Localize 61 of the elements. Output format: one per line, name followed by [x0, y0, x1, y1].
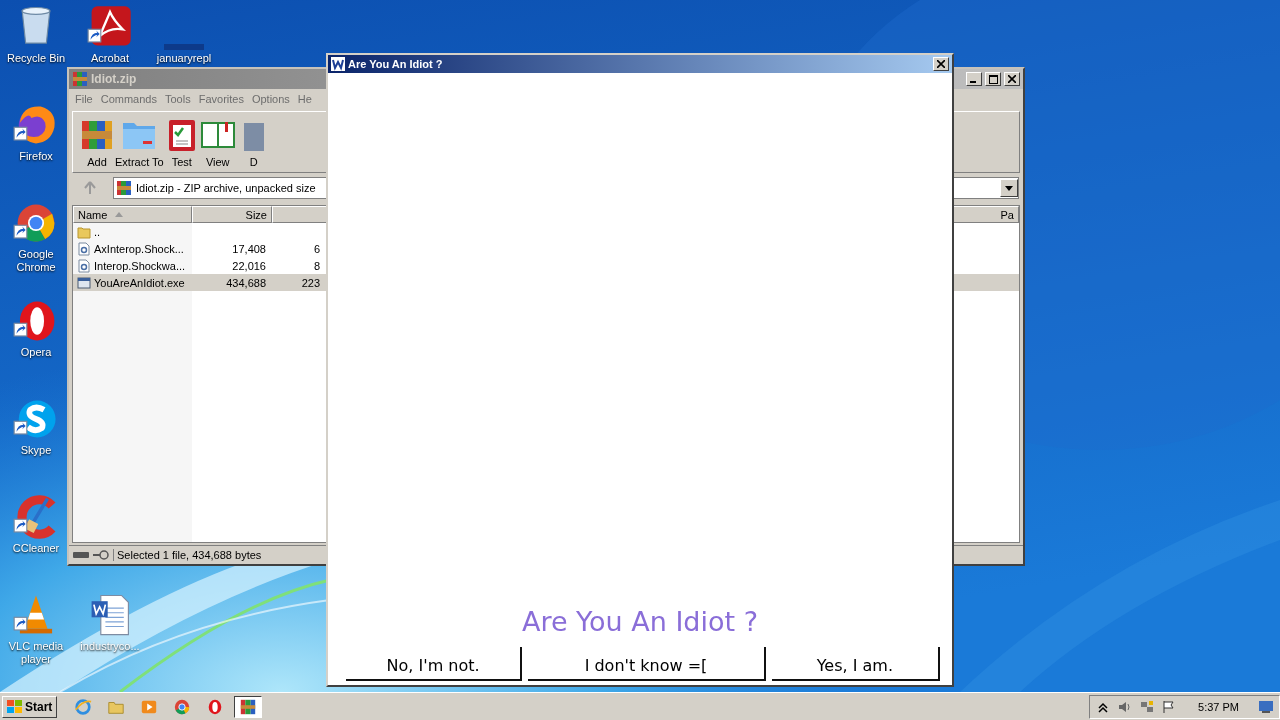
close-icon: [937, 60, 945, 68]
menu-item[interactable]: Options: [247, 93, 294, 105]
program-file-icon: [77, 275, 91, 290]
column-header[interactable]: Name: [73, 206, 192, 223]
desktop-icon-label[interactable]: Acrobat: [75, 52, 145, 65]
menu-item[interactable]: Tools: [161, 93, 195, 105]
answer-button[interactable]: Yes, I am.: [771, 647, 940, 681]
menu-item[interactable]: Commands: [96, 93, 161, 105]
window-title: Idiot.zip: [91, 72, 138, 86]
network-icon[interactable]: [1140, 699, 1155, 714]
settings-file-icon: [77, 241, 91, 256]
desktop-icon-label[interactable]: Recycle Bin: [1, 52, 71, 65]
dialog-heading: Are You An Idiot ?: [521, 606, 759, 637]
maximize-icon: [988, 74, 998, 84]
desktop-icon-label[interactable]: Skype: [1, 444, 71, 457]
minimize-button[interactable]: [966, 72, 982, 86]
archive-app-icon: [116, 180, 132, 196]
window-title: Are You An Idiot ?: [348, 58, 444, 70]
clock[interactable]: 5:37 PM: [1198, 700, 1239, 713]
desktop-icon-label[interactable]: Firefox: [1, 150, 71, 163]
chrome-icon[interactable]: [173, 697, 192, 716]
flag-icon[interactable]: [1162, 699, 1177, 714]
close-icon: [1008, 75, 1016, 83]
file-size: 434,688: [225, 276, 267, 289]
packed-size: 223: [300, 276, 321, 289]
maximize-button[interactable]: [985, 72, 1001, 86]
letter-app-icon: [331, 57, 345, 71]
close-button[interactable]: [1004, 72, 1020, 86]
show-desktop-icon[interactable]: [1259, 699, 1273, 714]
file-size: 17,408: [231, 242, 267, 255]
sort-arrow-icon: [115, 212, 124, 217]
drive-icon: [73, 551, 89, 559]
answer-button[interactable]: I don't know =[: [528, 647, 766, 681]
key-icon: [93, 550, 109, 560]
desktop-icon-label[interactable]: Opera: [1, 346, 71, 359]
packed-size: 6: [312, 242, 321, 255]
file-size: 22,016: [231, 259, 267, 272]
close-button[interactable]: [933, 57, 949, 71]
speaker-icon[interactable]: [1118, 699, 1133, 714]
column-header[interactable]: Size: [192, 206, 272, 223]
file-name: YouAreAnIdiot.exe: [94, 276, 185, 289]
windows-logo-icon: [7, 699, 23, 714]
archive-app-icon: [72, 71, 88, 87]
toolbar-button[interactable]: Test: [163, 112, 200, 172]
settings-file-icon: [77, 258, 91, 273]
toolbar-button[interactable]: Extract To: [115, 112, 164, 172]
file-name: ..: [94, 225, 101, 238]
answer-button[interactable]: No, I'm not.: [346, 647, 523, 681]
file-name: AxInterop.Shock...: [94, 242, 184, 255]
packed-size: 8: [312, 259, 321, 272]
start-button[interactable]: Start: [2, 695, 58, 718]
desktop-icon-label[interactable]: Google Chrome: [1, 248, 71, 274]
menu-item[interactable]: Favorites: [194, 93, 248, 105]
folder-icon: [77, 224, 91, 239]
file-name: Interop.Shockwa...: [94, 259, 186, 272]
toolbar-button[interactable]: Add: [79, 112, 115, 172]
dropdown-arrow-icon: [1005, 185, 1013, 191]
archive-app-icon[interactable]: [239, 697, 258, 716]
desktop-icon-label[interactable]: januaryrepl: [149, 52, 219, 65]
toolbar-button[interactable]: D: [235, 112, 272, 172]
toolbar-button[interactable]: View: [199, 112, 236, 172]
